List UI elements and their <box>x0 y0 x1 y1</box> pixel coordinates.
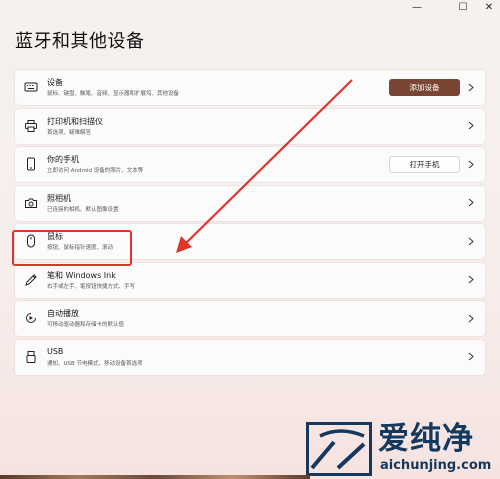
chevron-right-icon <box>467 275 475 285</box>
camera-icon <box>24 196 38 210</box>
watermark-logo-icon <box>306 422 372 476</box>
watermark: 爱纯净 aichunjing.com <box>304 420 500 479</box>
chevron-right-icon <box>467 352 475 362</box>
row-subtitle: 按钮、鼠标指针速度、滚动 <box>47 245 114 251</box>
row-subtitle: 右手或左手、笔按钮快捷方式、手写 <box>47 283 136 290</box>
watermark-name: 爱纯净 <box>378 421 474 457</box>
minimize-button[interactable]: — <box>402 0 432 14</box>
row-subtitle: 已连接的相机、默认图像设置 <box>47 206 119 213</box>
row-subtitle: 立即访问 Android 设备的照片、文本等 <box>47 168 144 174</box>
title-bar: — ☐ ✕ <box>0 0 500 22</box>
close-button[interactable]: ✕ <box>478 0 500 14</box>
chevron-right-icon <box>467 159 475 169</box>
printer-icon <box>24 119 38 133</box>
chevron-right-icon <box>467 313 475 323</box>
pen-icon <box>24 273 38 287</box>
minimize-icon: — <box>412 1 422 13</box>
row-printers[interactable]: 打印机和扫描仪 首选项、疑难解答 <box>15 108 485 144</box>
row-subtitle: 可移动驱动器和存储卡的默认值 <box>47 322 125 328</box>
add-device-button[interactable]: 添加设备 <box>389 79 460 96</box>
row-subtitle: 首选项、疑难解答 <box>47 129 92 136</box>
row-mouse[interactable]: 鼠标 按钮、鼠标指针速度、滚动 <box>15 224 485 259</box>
row-autoplay[interactable]: 自动播放 可移动驱动器和存储卡的默认值 <box>15 301 485 336</box>
chevron-right-icon <box>467 82 475 92</box>
row-pen[interactable]: 笔和 Windows Ink 右手或左手、笔按钮快捷方式、手写 <box>15 262 485 298</box>
row-subtitle: 鼠标、键盘、触笔、音频、显示器和扩展坞、其他设备 <box>47 91 180 97</box>
keyboard-icon <box>24 80 38 94</box>
row-phone[interactable]: 你的手机 立即访问 Android 设备的照片、文本等 打开手机 <box>15 147 485 182</box>
taskbar-strip <box>0 475 310 479</box>
row-title: USB <box>47 346 64 356</box>
row-title: 你的手机 <box>47 155 79 164</box>
row-title: 照相机 <box>47 193 71 203</box>
watermark-url: aichunjing.com <box>380 458 492 473</box>
row-title: 鼠标 <box>47 232 63 241</box>
row-title: 自动播放 <box>47 309 79 318</box>
row-usb[interactable]: USB 通知、USB 节电模式、移动设备首选项 <box>15 339 485 375</box>
chevron-right-icon <box>467 236 475 246</box>
autoplay-icon <box>24 311 38 325</box>
row-title: 打印机和扫描仪 <box>47 116 103 126</box>
settings-list: 设备 鼠标、键盘、触笔、音频、显示器和扩展坞、其他设备 添加设备 打印机和扫描仪… <box>15 70 485 378</box>
phone-icon <box>24 157 38 171</box>
close-icon: ✕ <box>484 1 494 13</box>
maximize-icon: ☐ <box>458 1 468 13</box>
maximize-button[interactable]: ☐ <box>448 0 478 14</box>
row-devices[interactable]: 设备 鼠标、键盘、触笔、音频、显示器和扩展坞、其他设备 添加设备 <box>15 70 485 105</box>
mouse-icon <box>24 234 38 248</box>
usb-icon <box>24 350 38 364</box>
row-camera[interactable]: 照相机 已连接的相机、默认图像设置 <box>15 185 485 221</box>
chevron-right-icon <box>467 198 475 208</box>
row-subtitle: 通知、USB 节电模式、移动设备首选项 <box>47 360 143 367</box>
open-phone-button[interactable]: 打开手机 <box>389 156 460 173</box>
page-title: 蓝牙和其他设备 <box>15 31 145 52</box>
row-title: 设备 <box>47 78 63 87</box>
row-title: 笔和 Windows Ink <box>47 270 116 280</box>
chevron-right-icon <box>467 121 475 131</box>
